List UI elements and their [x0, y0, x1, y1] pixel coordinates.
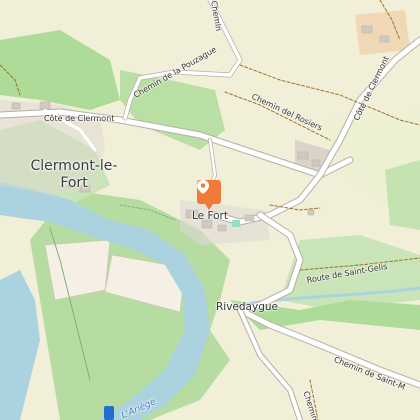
- map-canvas[interactable]: Clermont-le-Fort Le Fort Rivedaygue Chem…: [0, 0, 420, 420]
- pin-glyph-icon: [197, 180, 209, 194]
- place-clermont-le-fort: Clermont-le-Fort: [30, 158, 118, 191]
- place-rivedaygue: Rivedaygue: [216, 301, 278, 313]
- place-le-fort: Le Fort: [192, 210, 228, 222]
- field-area: [44, 239, 111, 301]
- pool: [232, 220, 240, 227]
- water-icon: [104, 406, 114, 420]
- forest-area: [385, 160, 420, 230]
- road-label-cote-de-clermont: Côte de Clermont: [44, 114, 115, 123]
- map-pin-icon[interactable]: [197, 180, 221, 210]
